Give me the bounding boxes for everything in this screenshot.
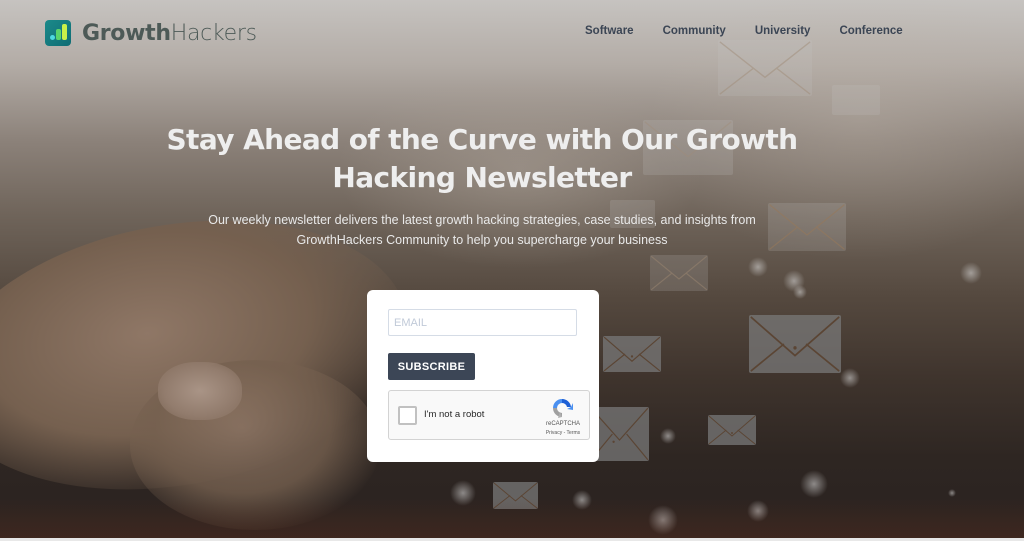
main-nav: Software Community University Conference [585,25,932,37]
envelope-icon [832,85,880,115]
page-title-line-1: Stay Ahead of the Curve with Our Growth [166,123,798,156]
hero-description-line-1: Our weekly newsletter delivers the lates… [208,213,756,227]
bokeh-light [800,470,828,498]
bokeh-light [948,489,956,497]
bar-chart-logo-icon [45,20,71,46]
nav-community[interactable]: Community [663,25,726,37]
thumbnail-image-shape [158,362,242,420]
envelope-icon [708,415,756,445]
newsletter-signup-card: SUBSCRIBE I'm not a robot reCAPTCHA Priv… [367,290,599,462]
envelope-icon [650,255,708,291]
bokeh-light [793,285,807,299]
logo[interactable]: GrowthHackers [45,20,257,46]
top-navigation: GrowthHackers Software Community Univers… [0,0,1024,66]
hero-description-line-2: GrowthHackers Community to help you supe… [296,233,668,247]
logo-text: GrowthHackers [82,20,257,46]
bokeh-light [748,257,768,277]
nav-software[interactable]: Software [585,25,634,37]
recaptcha-label: I'm not a robot [424,409,485,420]
hero-description: Our weekly newsletter delivers the lates… [0,210,964,250]
recaptcha-logo-icon [553,398,573,418]
bokeh-light [660,428,676,444]
recaptcha-checkbox[interactable] [398,406,417,425]
page-title-line-2: Hacking Newsletter [332,161,632,194]
bokeh-light [960,262,982,284]
recaptcha-brand: reCAPTCHA [545,421,580,427]
recaptcha-widget: I'm not a robot reCAPTCHA Privacy - Term… [388,390,590,440]
nav-university[interactable]: University [755,25,811,37]
bottom-glow [0,498,1024,538]
recaptcha-privacy-terms-link[interactable]: Privacy - Terms [537,430,589,436]
email-input[interactable] [388,309,577,336]
nav-conference[interactable]: Conference [839,25,902,37]
envelope-icon [603,336,661,372]
envelope-icon [749,315,841,373]
bokeh-light [840,368,860,388]
subscribe-button[interactable]: SUBSCRIBE [388,353,475,380]
page-title: Stay Ahead of the Curve with Our Growth … [0,121,964,197]
